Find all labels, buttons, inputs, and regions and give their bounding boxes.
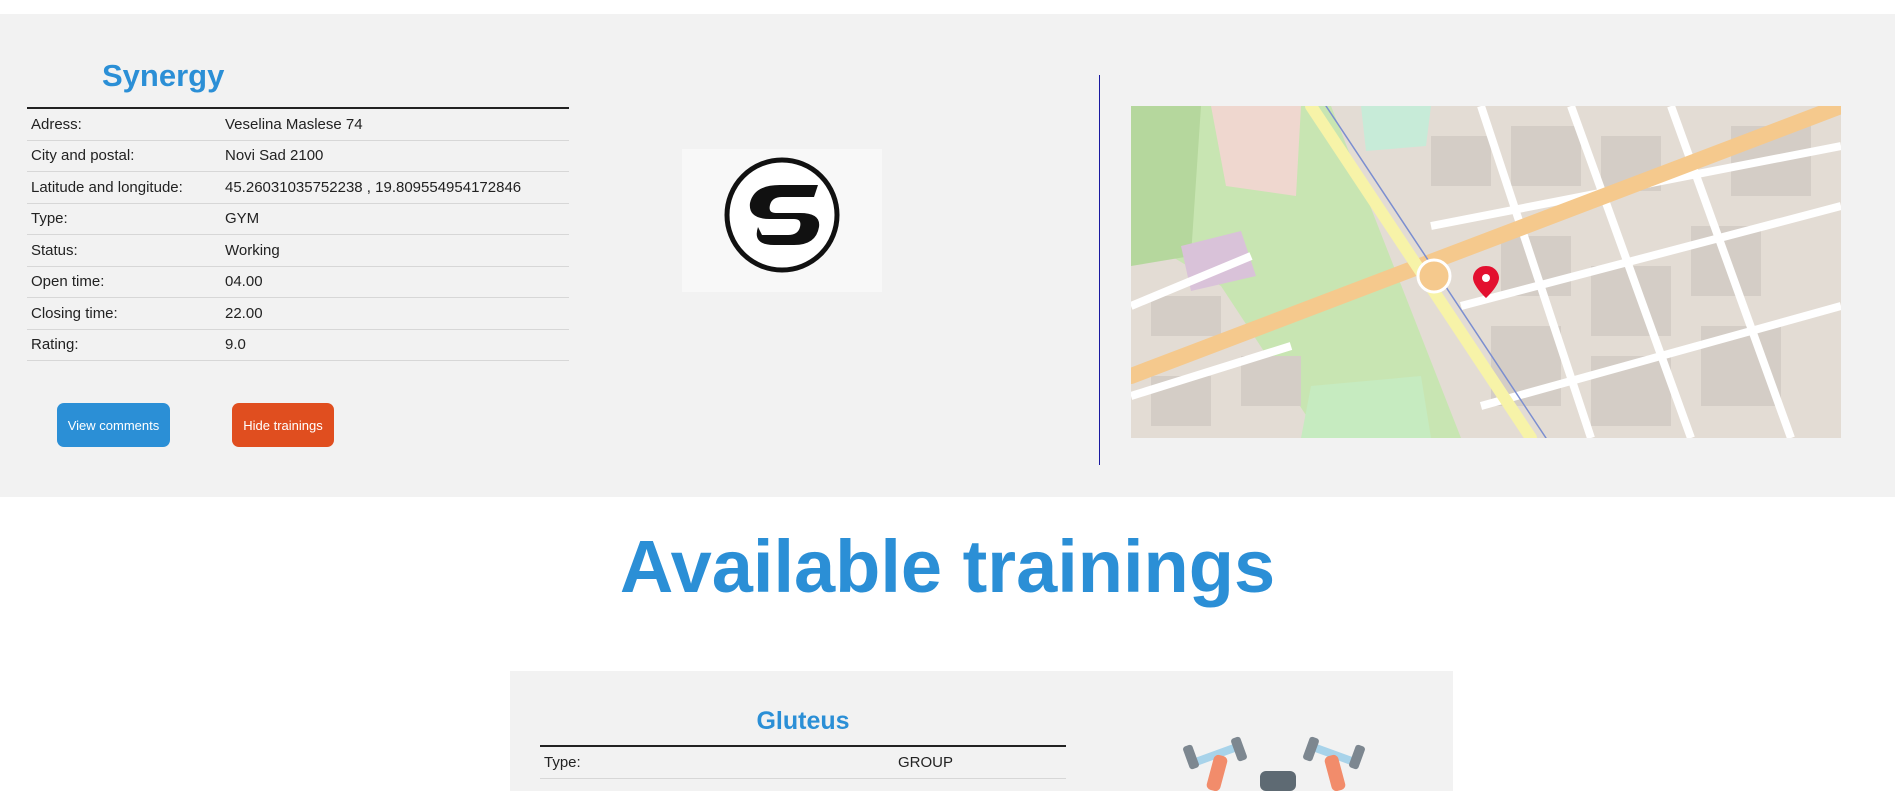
info-label: Adress: — [27, 108, 221, 141]
info-label: Rating: — [27, 329, 221, 361]
view-comments-button[interactable]: View comments — [57, 403, 170, 447]
map-canvas[interactable] — [1131, 106, 1841, 438]
info-row-coordinates: Latitude and longitude: 45.2603103575223… — [27, 171, 569, 204]
dumbbell-illustration-icon — [1183, 736, 1365, 792]
info-value: 22.00 — [221, 297, 569, 330]
info-value: 9.0 — [221, 329, 569, 361]
info-label: Open time: — [27, 266, 221, 298]
info-value: Novi Sad 2100 — [221, 140, 569, 172]
hide-trainings-button[interactable]: Hide trainings — [232, 403, 334, 447]
info-label: Type: — [27, 203, 221, 235]
facility-name: Synergy — [102, 58, 225, 93]
training-row-type: Type: GROUP — [540, 746, 1066, 779]
info-value: Working — [221, 234, 569, 267]
info-row-city: City and postal: Novi Sad 2100 — [27, 140, 569, 172]
info-value: GYM — [221, 203, 569, 235]
top-strip — [0, 0, 1895, 14]
training-image — [1180, 731, 1380, 792]
vertical-divider — [1099, 75, 1100, 465]
facility-panel: Synergy Adress: Veselina Maslese 74 City… — [0, 14, 1895, 497]
info-value: Veselina Maslese 74 — [221, 108, 569, 141]
training-card: Gluteus Type: GROUP — [510, 671, 1453, 792]
training-info-label: Type: — [540, 746, 894, 779]
info-label: City and postal: — [27, 140, 221, 172]
info-row-rating: Rating: 9.0 — [27, 329, 569, 361]
info-label: Closing time: — [27, 297, 221, 330]
training-info-value: GROUP — [894, 746, 1066, 779]
info-row-type: Type: GYM — [27, 203, 569, 235]
available-trainings-heading: Available trainings — [619, 525, 1276, 608]
info-value: 04.00 — [221, 266, 569, 298]
info-row-status: Status: Working — [27, 234, 569, 267]
info-row-closing-time: Closing time: 22.00 — [27, 297, 569, 330]
location-map[interactable] — [1131, 106, 1841, 438]
facility-info-table: Adress: Veselina Maslese 74 City and pos… — [27, 107, 569, 361]
info-label: Status: — [27, 234, 221, 267]
info-row-address: Adress: Veselina Maslese 74 — [27, 108, 569, 141]
info-row-open-time: Open time: 04.00 — [27, 266, 569, 298]
info-label: Latitude and longitude: — [27, 171, 221, 204]
info-value: 45.26031035752238 , 19.809554954172846 — [221, 171, 569, 204]
training-name: Gluteus — [756, 707, 850, 735]
training-info-table: Type: GROUP — [540, 745, 1066, 779]
synergy-s-logo-icon — [682, 149, 882, 292]
facility-logo — [682, 149, 882, 292]
